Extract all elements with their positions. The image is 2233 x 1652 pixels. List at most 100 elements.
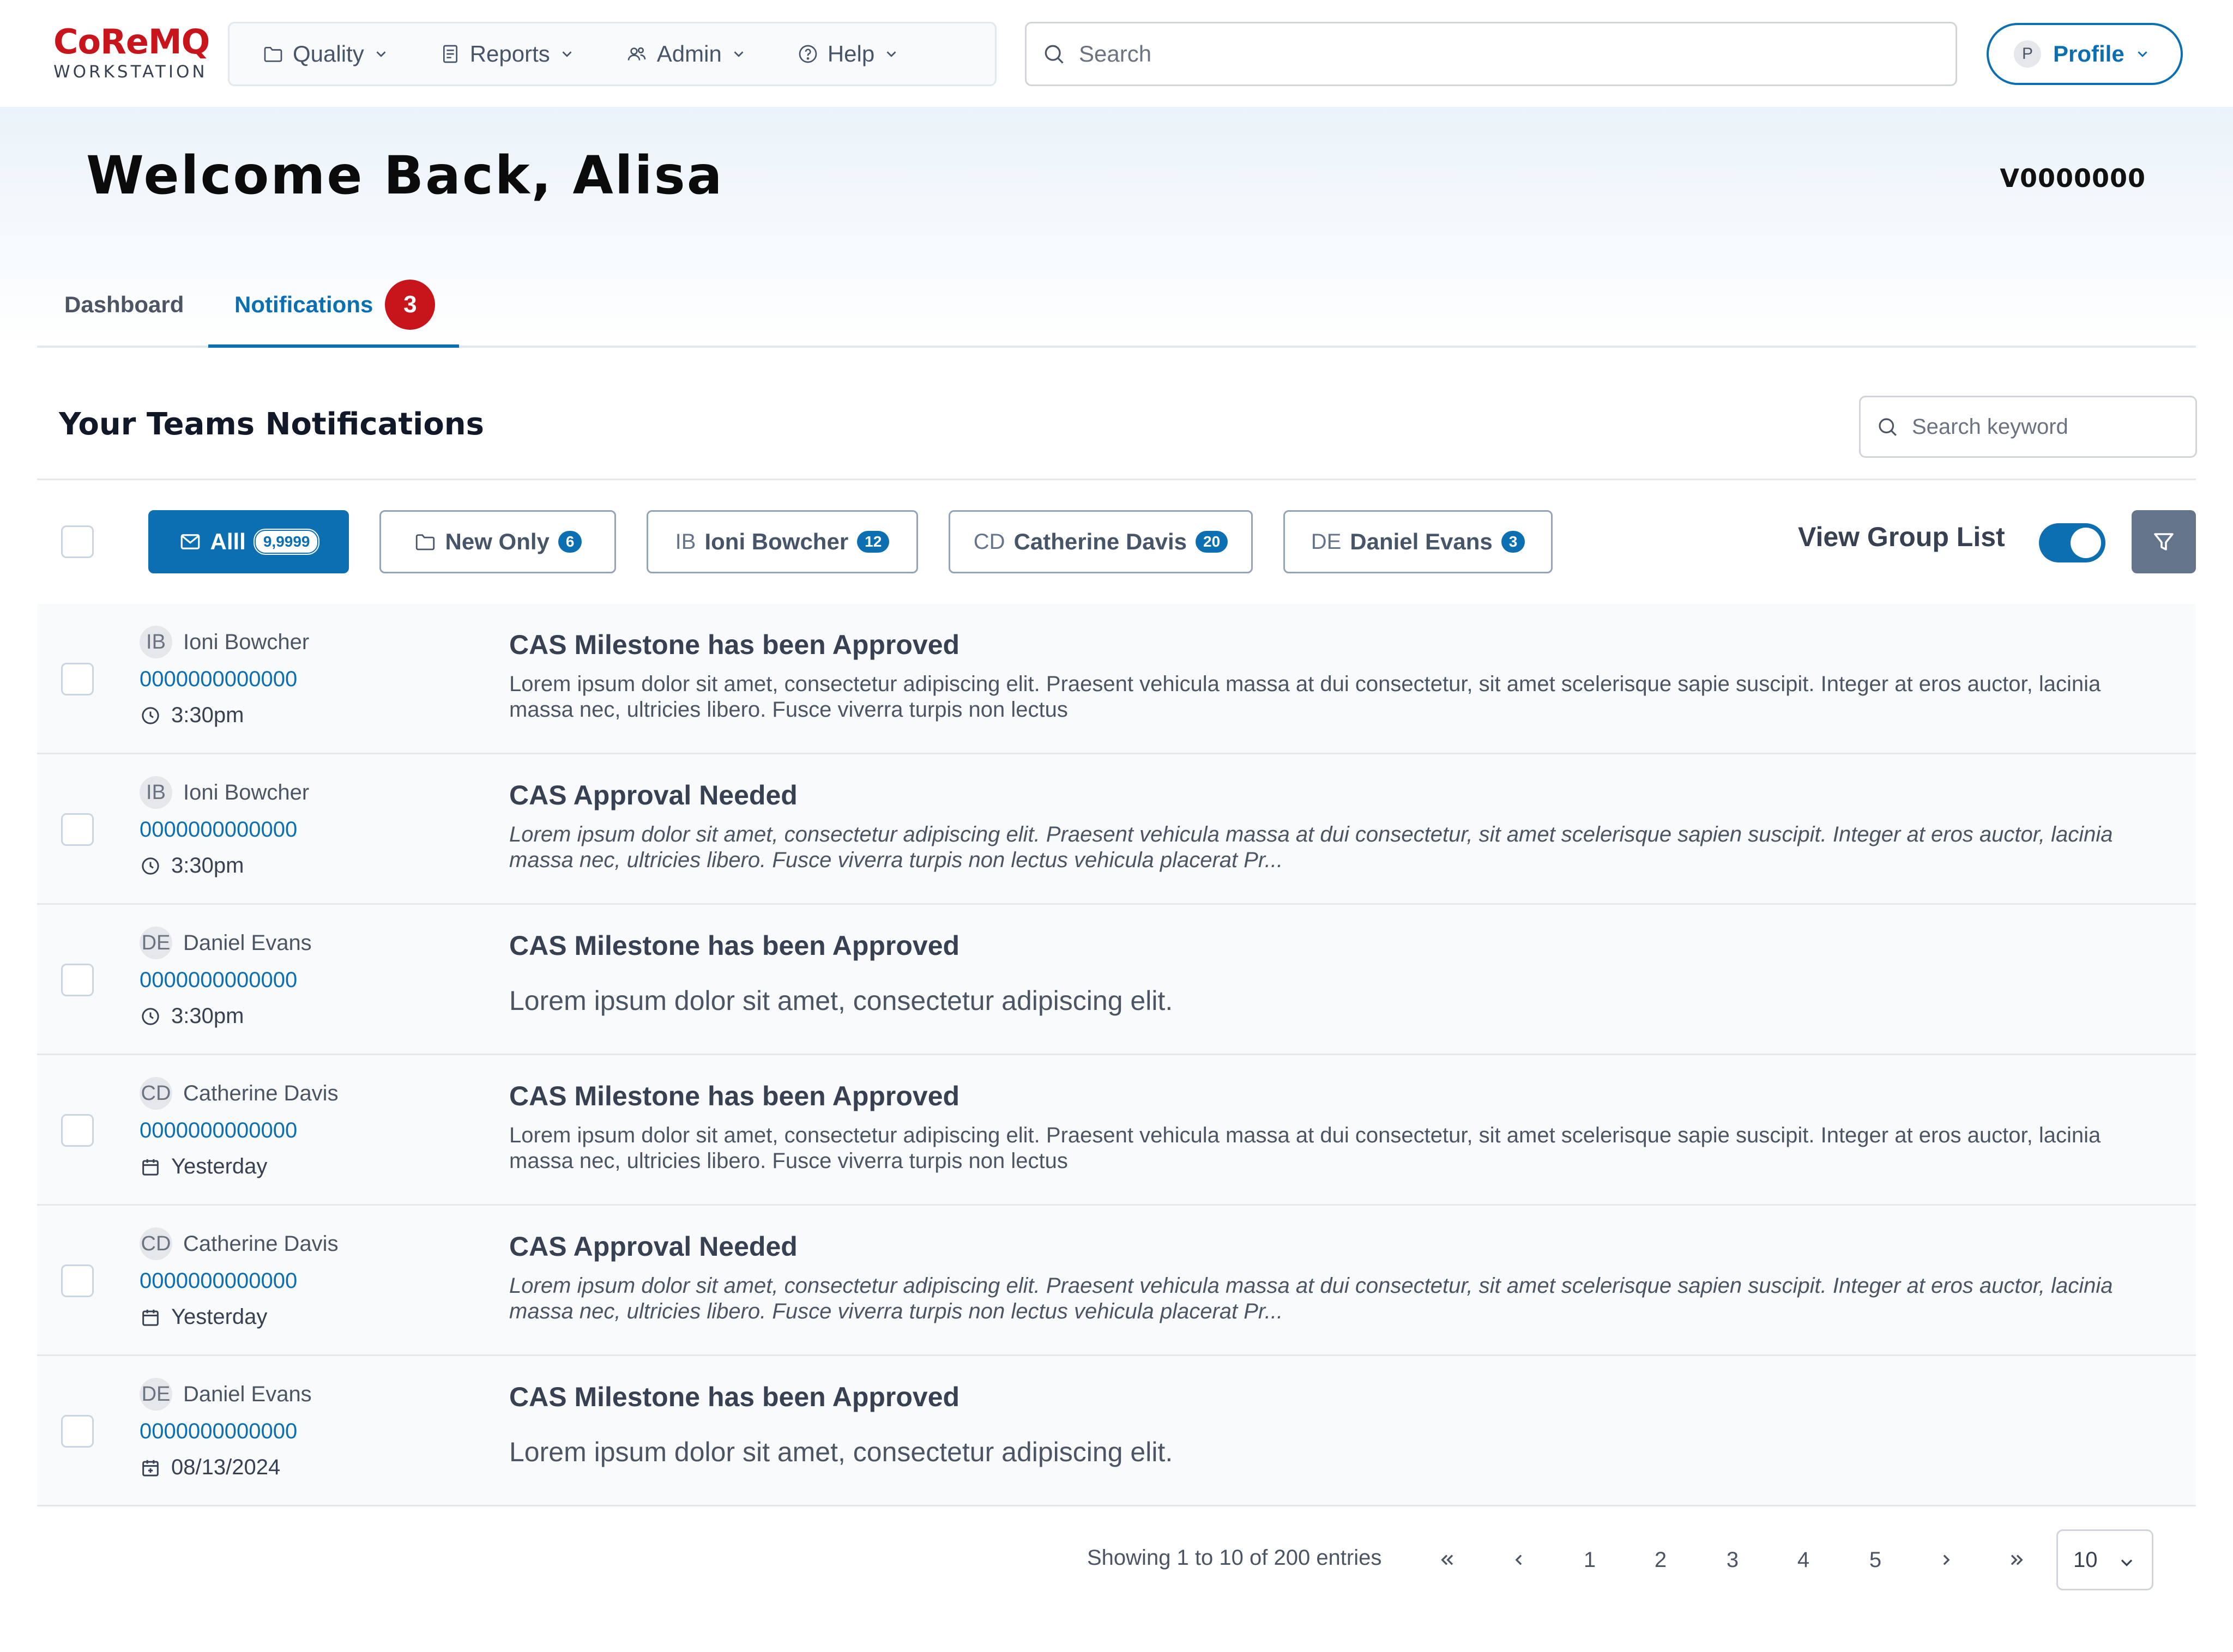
profile-label: Profile xyxy=(2053,41,2125,66)
filter-chip-ioni-bowcher-label: Ioni Bowcher xyxy=(704,529,849,554)
reference-link[interactable]: 0000000000000 xyxy=(140,1269,297,1293)
filter-chip-all[interactable]: Alll 9,9999 xyxy=(148,510,349,573)
page-3-button[interactable]: 3 xyxy=(1711,1538,1754,1582)
sender-name: Daniel Evans xyxy=(183,1382,312,1406)
page-1-button[interactable]: 1 xyxy=(1568,1538,1612,1582)
global-search-input[interactable] xyxy=(1079,41,1897,67)
view-group-list-toggle[interactable] xyxy=(2039,523,2105,562)
timestamp-text: Yesterday xyxy=(171,1154,268,1178)
menu-reports[interactable]: Reports xyxy=(439,41,575,67)
avatar: DE xyxy=(140,927,172,959)
filter-chip-catherine-davis[interactable]: CD Catherine Davis 20 xyxy=(949,510,1253,573)
report-icon xyxy=(443,45,457,63)
help-icon xyxy=(799,45,817,63)
user-id: V0000000 xyxy=(2000,164,2146,193)
folder-icon xyxy=(264,47,282,62)
filter-chip-daniel-evans-label: Daniel Evans xyxy=(1350,529,1493,554)
tab-dashboard[interactable]: Dashboard xyxy=(64,262,184,348)
notification-body: Lorem ipsum dolor sit amet, consectetur … xyxy=(509,1123,2101,1173)
page-5-button[interactable]: 5 xyxy=(1854,1538,1897,1582)
page-size-select[interactable]: 10 xyxy=(2056,1529,2153,1590)
keyword-search-input[interactable] xyxy=(1912,414,2195,439)
notification-row[interactable]: IB Ioni Bowcher 0000000000000 3:30pm CAS… xyxy=(37,604,2196,754)
pagination: Showing 1 to 10 of 200 entries 1 2 3 4 5… xyxy=(0,1529,2233,1590)
select-all-checkbox[interactable] xyxy=(61,525,94,558)
menu-admin[interactable]: Admin xyxy=(625,41,747,67)
row-checkbox[interactable] xyxy=(61,964,94,996)
profile-avatar: P xyxy=(2014,40,2041,68)
reference-link[interactable]: 0000000000000 xyxy=(140,818,297,842)
notification-title: CAS Approval Needed xyxy=(509,780,798,810)
notification-row[interactable]: IB Ioni Bowcher 0000000000000 3:30pm CAS… xyxy=(37,754,2196,905)
next-page-button[interactable] xyxy=(1924,1538,1968,1582)
filter-chip-catherine-davis-count: 20 xyxy=(1196,531,1228,553)
notification-row[interactable]: DE Daniel Evans 0000000000000 08/13/2024… xyxy=(37,1356,2196,1506)
menu-help[interactable]: Help xyxy=(797,41,900,67)
app-logo[interactable]: CoReMQ WORKSTATION xyxy=(53,23,210,82)
profile-button[interactable]: P Profile xyxy=(1987,23,2183,85)
tab-notifications[interactable]: Notifications 3 xyxy=(234,262,436,348)
notification-title: CAS Milestone has been Approved xyxy=(509,1081,960,1111)
page-size-value: 10 xyxy=(2073,1547,2098,1572)
row-checkbox[interactable] xyxy=(61,1114,94,1147)
filter-chip-catherine-davis-label: Catherine Davis xyxy=(1013,529,1187,554)
prev-page-button[interactable] xyxy=(1497,1538,1541,1582)
chevron-down-icon xyxy=(734,51,744,57)
first-page-button[interactable] xyxy=(1425,1538,1469,1582)
row-checkbox[interactable] xyxy=(61,1415,94,1448)
menu-quality[interactable]: Quality xyxy=(262,41,389,67)
main-menu: Quality Reports Admin Help xyxy=(228,22,997,86)
avatar: IB xyxy=(140,626,172,658)
chevrons-left-icon xyxy=(1441,1554,1453,1565)
calendar-date-icon xyxy=(142,1460,159,1476)
notification-title: CAS Milestone has been Approved xyxy=(509,630,960,660)
logo-subtitle: WORKSTATION xyxy=(53,62,208,82)
filter-button[interactable] xyxy=(2132,510,2196,573)
avatar-initials: IB xyxy=(675,529,696,554)
chevron-down-icon xyxy=(376,51,386,57)
page-4-button[interactable]: 4 xyxy=(1782,1538,1825,1582)
last-page-button[interactable] xyxy=(1995,1538,2039,1582)
active-tab-indicator xyxy=(208,344,459,348)
users-icon xyxy=(627,47,646,60)
sender-name: Daniel Evans xyxy=(183,930,312,955)
keyword-search xyxy=(1859,396,2197,458)
chevron-down-icon xyxy=(2138,51,2147,57)
chevron-down-icon xyxy=(886,51,896,57)
notification-body: Lorem ipsum dolor sit amet, consectetur … xyxy=(509,1437,1173,1467)
timestamp-text: 08/13/2024 xyxy=(171,1455,281,1479)
avatar: CD xyxy=(140,1077,172,1110)
notification-row[interactable]: CD Catherine Davis 0000000000000 Yesterd… xyxy=(37,1055,2196,1206)
page-2-button[interactable]: 2 xyxy=(1639,1538,1682,1582)
timestamp-text: 3:30pm xyxy=(171,854,244,878)
avatar: CD xyxy=(140,1227,172,1260)
timestamp-text: 3:30pm xyxy=(171,1004,244,1028)
row-checkbox[interactable] xyxy=(61,813,94,846)
toggle-knob xyxy=(2071,528,2101,558)
timestamp: 3:30pm xyxy=(140,854,244,878)
notification-row[interactable]: CD Catherine Davis 0000000000000 Yesterd… xyxy=(37,1206,2196,1356)
reference-link[interactable]: 0000000000000 xyxy=(140,1118,297,1143)
sender: IB Ioni Bowcher xyxy=(140,776,309,809)
menu-help-label: Help xyxy=(827,41,875,66)
filter-chip-new-only-label: New Only xyxy=(445,529,550,554)
sender: CD Catherine Davis xyxy=(140,1077,339,1110)
notification-body: Lorem ipsum dolor sit amet, consectetur … xyxy=(509,985,1173,1016)
sender: CD Catherine Davis xyxy=(140,1227,339,1260)
filter-chip-new-only[interactable]: New Only 6 xyxy=(379,510,616,573)
notification-row[interactable]: DE Daniel Evans 0000000000000 3:30pm CAS… xyxy=(37,905,2196,1055)
section-title: Your Teams Notifications xyxy=(59,407,485,442)
filter-chip-daniel-evans[interactable]: DE Daniel Evans 3 xyxy=(1283,510,1553,573)
tab-bar: Dashboard Notifications 3 xyxy=(37,262,2196,348)
row-checkbox[interactable] xyxy=(61,663,94,695)
reference-link[interactable]: 0000000000000 xyxy=(140,1419,297,1444)
reference-link[interactable]: 0000000000000 xyxy=(140,968,297,993)
divider xyxy=(37,479,2196,480)
avatar: IB xyxy=(140,776,172,809)
clock-icon xyxy=(142,706,159,724)
row-checkbox[interactable] xyxy=(61,1264,94,1297)
clock-icon xyxy=(142,1007,159,1025)
filter-icon xyxy=(2154,533,2174,550)
filter-chip-ioni-bowcher[interactable]: IB Ioni Bowcher 12 xyxy=(647,510,918,573)
reference-link[interactable]: 0000000000000 xyxy=(140,667,297,692)
